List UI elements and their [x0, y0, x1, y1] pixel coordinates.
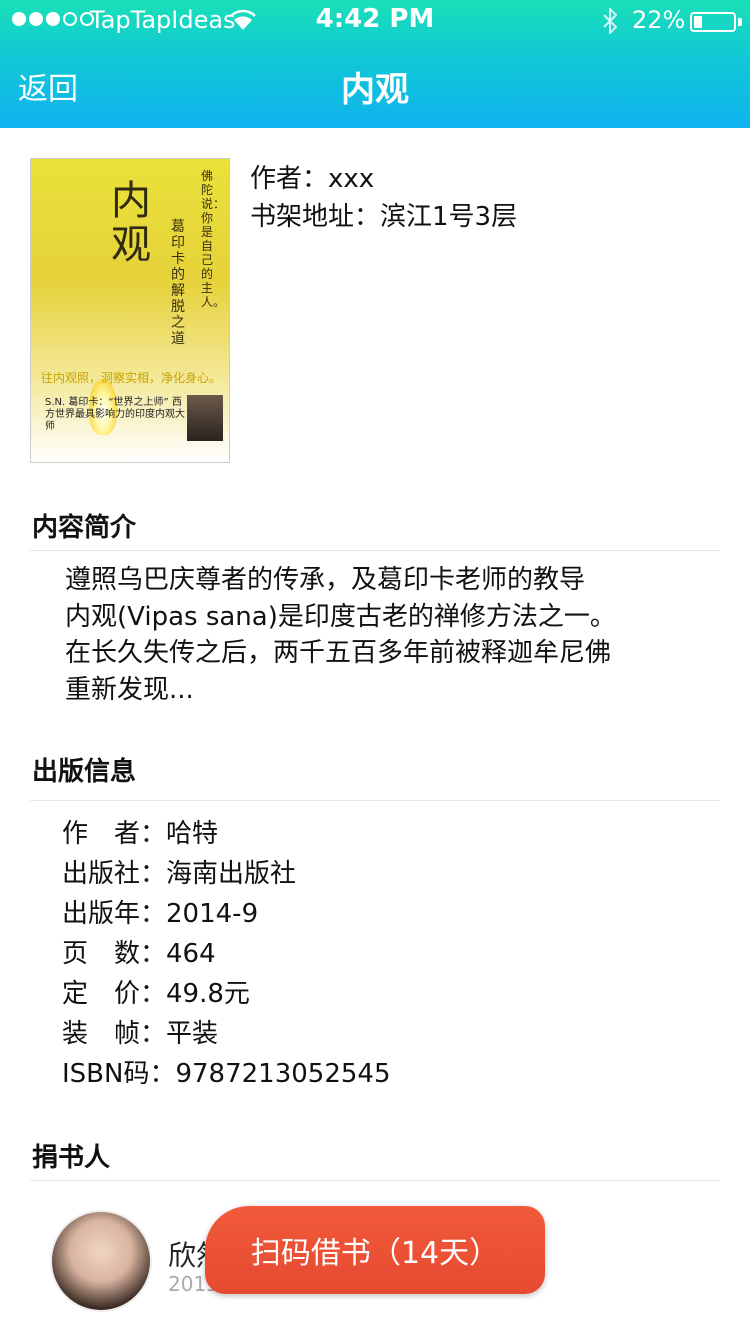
pub-value: 海南出版社: [166, 859, 297, 889]
pub-label: ISBN码：: [62, 1059, 176, 1089]
pub-row-price: 定 价：49.8元: [62, 976, 250, 1012]
pub-row-author: 作 者：哈特: [62, 816, 218, 852]
book-cover-image: 内观 葛印卡的解脱之道 佛陀说：你是自己的主人。 往内观照，洞察实相，净化身心。…: [30, 158, 230, 463]
intro-line: 在长久失传之后，两千五百多年前被释迦牟尼佛: [65, 638, 612, 668]
bluetooth-icon: [603, 8, 618, 34]
divider: [30, 550, 720, 551]
pub-row-year: 出版年：2014-9: [62, 896, 258, 932]
donor-heading: 捐书人: [32, 1143, 111, 1173]
intro-heading: 内容简介: [32, 513, 137, 543]
battery-tip: [738, 18, 742, 26]
pub-row-publisher: 出版社：海南出版社: [62, 856, 296, 892]
pub-row-isbn: ISBN码：9787213052545: [62, 1056, 391, 1092]
donor-avatar[interactable]: [50, 1210, 152, 1312]
pub-label: 出版社：: [62, 859, 167, 889]
divider: [30, 1180, 720, 1181]
author-portrait: [187, 395, 223, 441]
intro-line: 内观(Vipas sana)是印度古老的禅修方法之一。: [65, 601, 616, 632]
pub-row-binding: 装 帧：平装: [62, 1016, 218, 1052]
top-bar: TapTapIdeas 4:42 PM 22% 返回 内观: [0, 0, 750, 128]
battery-percent: 22%: [632, 6, 686, 34]
pub-value: 平装: [166, 1019, 219, 1049]
intro-line: 重新发现...: [65, 674, 194, 705]
publication-heading: 出版信息: [32, 757, 137, 787]
page-title: 内观: [341, 70, 409, 110]
pub-value: 9787213052545: [175, 1059, 391, 1089]
shelf-address: 书架地址：滨江1号3层: [250, 202, 518, 232]
pub-label: 出版年：: [62, 899, 167, 929]
pub-label: 装 帧：: [62, 1019, 167, 1049]
pub-label: 作 者：: [62, 819, 167, 849]
intro-line: 遵照乌巴庆尊者的传承，及葛印卡老师的教导: [65, 565, 586, 595]
pub-value: 49.8元: [166, 979, 250, 1009]
cover-tagline: 往内观照，洞察实相，净化身心。: [40, 371, 221, 385]
pub-value: 2014-9: [166, 899, 259, 929]
divider: [30, 800, 720, 801]
book-author: 作者：xxx: [250, 164, 375, 194]
pub-value: 464: [166, 939, 216, 969]
battery-icon: [690, 12, 736, 32]
cover-title: 内观: [111, 178, 151, 268]
intro-text: 遵照乌巴庆尊者的传承，及葛印卡老师的教导 内观(Vipas sana)是印度古老…: [65, 562, 725, 708]
pub-label: 页 数：: [62, 939, 167, 969]
cover-author-text: S.N. 葛印卡：“世界之上师” 西方世界最具影响力的印度内观大师: [45, 397, 185, 432]
pub-label: 定 价：: [62, 979, 167, 1009]
pub-row-pages: 页 数：464: [62, 936, 216, 972]
status-bar: TapTapIdeas 4:42 PM 22%: [0, 0, 750, 40]
scan-borrow-button[interactable]: 扫码借书（14天）: [205, 1206, 545, 1294]
pub-value: 哈特: [166, 819, 219, 849]
cover-side-text: 佛陀说：你是自己的主人。: [201, 169, 226, 309]
cover-subtitle: 葛印卡的解脱之道: [171, 219, 185, 347]
